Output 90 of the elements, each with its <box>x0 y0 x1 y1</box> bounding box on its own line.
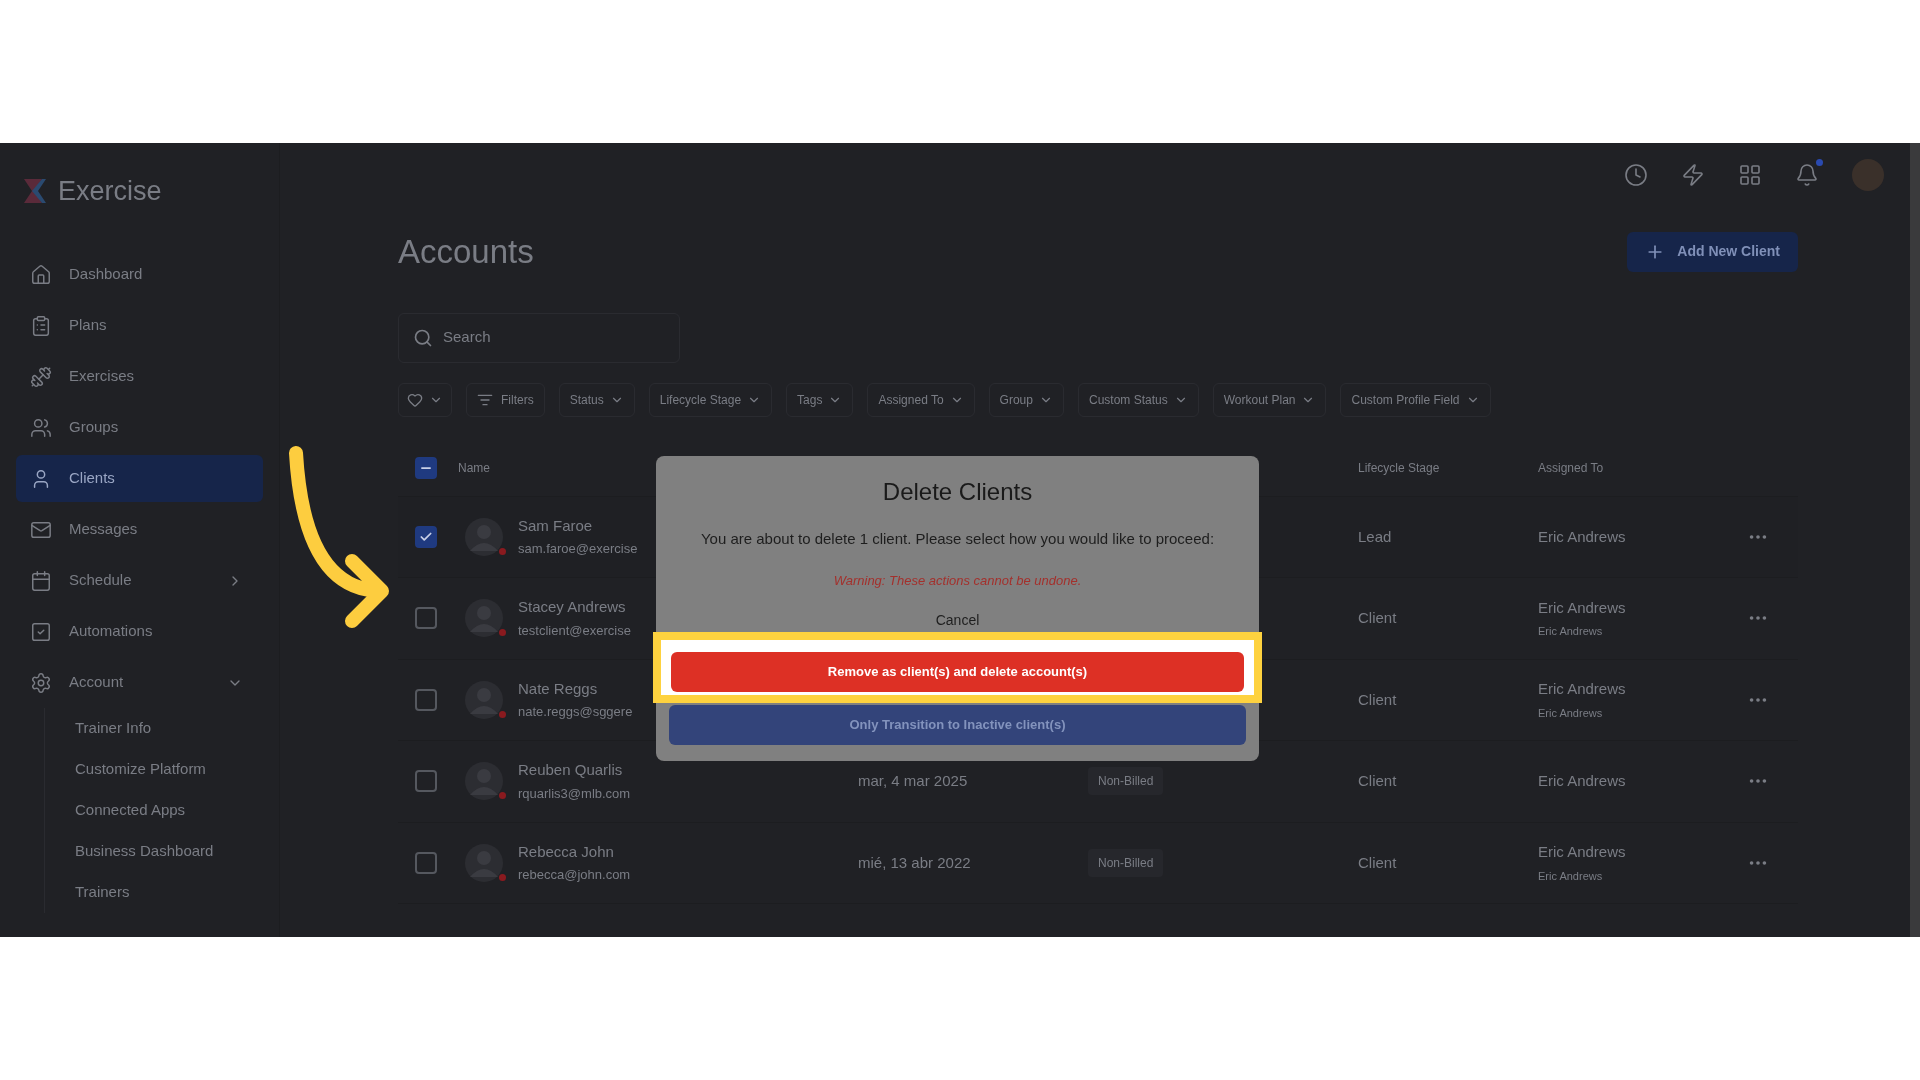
table-cell-text: Eric Andrews <box>1538 597 1627 618</box>
home-icon <box>30 263 52 286</box>
bell-icon[interactable] <box>1795 163 1819 187</box>
table-cell-text: Eric Andrews <box>1538 679 1627 700</box>
nav-subitem[interactable]: Trainers <box>45 872 263 913</box>
table-cell-text: Client <box>1358 608 1398 628</box>
filter-dropdown[interactable]: Custom Status <box>1077 382 1199 417</box>
nav-item[interactable]: Plans <box>16 302 263 349</box>
checkbox[interactable] <box>415 851 437 874</box>
nav-item[interactable]: Exercises <box>16 353 263 400</box>
filter-dropdown[interactable]: Lifecycle Stage <box>648 382 773 417</box>
table-cell-text: Eric Andrews <box>1538 771 1627 791</box>
client-email: rquarlis3@mlb.com <box>518 784 631 803</box>
avatar <box>464 516 504 557</box>
client-name: Rebecca John <box>518 841 615 862</box>
table-cell-text: mié, 13 abr 2022 <box>858 852 972 873</box>
table-cell-text: Eric Andrews <box>1538 842 1627 863</box>
client-name: Stacey Andrews <box>518 597 627 618</box>
search-input[interactable]: Search <box>443 326 643 349</box>
filter-dropdown[interactable]: Status <box>558 382 635 417</box>
dialog-title: Delete Clients <box>882 477 1033 507</box>
column-header: Name <box>458 460 491 477</box>
billing-tag: Non-Billed <box>1088 767 1164 796</box>
lightning-icon[interactable] <box>1681 163 1705 187</box>
nav-item[interactable]: Groups <box>16 404 263 451</box>
table-cell-text: Client <box>1358 689 1398 710</box>
cancel-button[interactable]: Cancel <box>935 612 980 628</box>
page-title: Accounts <box>398 232 534 272</box>
clipboard-icon <box>30 314 52 337</box>
table-cell-text: Eric Andrews <box>1538 868 1604 884</box>
favorites-dropdown[interactable] <box>398 382 452 417</box>
checkbox[interactable] <box>415 607 437 630</box>
client-email: nate.reggs@sggere <box>518 703 633 722</box>
billing-tag: Non-Billed <box>1088 848 1164 877</box>
avatar <box>464 679 504 720</box>
nav-subitem[interactable]: Connected Apps <box>45 790 263 831</box>
users-icon <box>30 416 52 439</box>
column-header: Lifecycle Stage <box>1358 460 1441 477</box>
dialog-message: You are about to delete 1 client. Please select how you would like to proceed: <box>700 529 1215 549</box>
table-cell-text: Client <box>1358 852 1398 873</box>
table-cell-text: Eric Andrews <box>1538 705 1604 721</box>
avatar <box>464 761 504 802</box>
table-cell-text: mar, 4 mar 2025 <box>858 771 969 791</box>
warning-text: Warning: These actions cannot be undone. <box>833 571 1082 590</box>
calendar-icon <box>30 569 52 592</box>
select-all-checkbox[interactable] <box>415 457 437 479</box>
client-email: rebecca@john.com <box>518 866 631 885</box>
table-cell-text: Eric Andrews <box>1538 526 1627 547</box>
nav-subitem[interactable]: Trainer Info <box>45 708 263 749</box>
table-cell-text: Lead <box>1358 526 1393 547</box>
nav-subitem[interactable]: Business Dashboard <box>45 831 263 872</box>
search-icon <box>413 327 433 348</box>
filter-dropdown[interactable]: Tags <box>786 382 854 417</box>
nav-item[interactable]: Clients <box>16 455 263 502</box>
avatar <box>464 842 504 883</box>
client-name: Nate Reggs <box>518 678 599 699</box>
checkbox[interactable] <box>415 688 437 711</box>
filters-button[interactable]: Filters <box>466 382 545 417</box>
nav-item[interactable]: Messages <box>16 506 263 553</box>
checkbox-icon <box>30 620 52 643</box>
heart-icon <box>407 391 423 408</box>
table-cell-text: Client <box>1358 771 1398 791</box>
scrollbar[interactable] <box>1910 143 1920 937</box>
nav-item[interactable]: Automations <box>16 608 263 655</box>
search-field[interactable]: Search <box>398 312 680 363</box>
clock-icon[interactable] <box>1624 163 1648 187</box>
delete-account-button[interactable]: Remove as client(s) and delete account(s) <box>671 652 1244 692</box>
avatar <box>464 598 504 639</box>
filter-dropdown[interactable]: Custom Profile Field <box>1340 382 1491 417</box>
nav-subitem[interactable]: Customize Platform <box>45 749 263 790</box>
deactivate-button[interactable]: Only Transition to Inactive client(s) <box>669 705 1246 745</box>
column-header: Assigned To <box>1538 460 1605 477</box>
nav-item[interactable]: Account <box>16 659 263 706</box>
table-cell-text: Eric Andrews <box>1538 624 1604 640</box>
nav-item[interactable]: Schedule <box>16 557 263 604</box>
filter-dropdown[interactable]: Group <box>988 382 1064 417</box>
grid-icon[interactable] <box>1738 163 1762 187</box>
brand-name: Exercise <box>58 174 162 208</box>
client-name: Sam Faroe <box>518 515 594 536</box>
filter-dropdown[interactable]: Assigned To <box>867 382 975 417</box>
client-email: testclient@exercise <box>518 621 631 640</box>
settings-icon <box>30 671 52 694</box>
client-email: sam.faroe@exercise <box>518 540 638 559</box>
dumbbell-icon <box>30 365 52 388</box>
nav-item[interactable]: Dashboard <box>16 251 263 298</box>
checkbox[interactable] <box>415 770 437 793</box>
client-name: Reuben Quarlis <box>518 760 624 781</box>
filter-dropdown[interactable]: Workout Plan <box>1212 382 1327 417</box>
checkbox[interactable] <box>415 525 437 548</box>
add-client-button[interactable]: Add New Client <box>1627 231 1798 272</box>
